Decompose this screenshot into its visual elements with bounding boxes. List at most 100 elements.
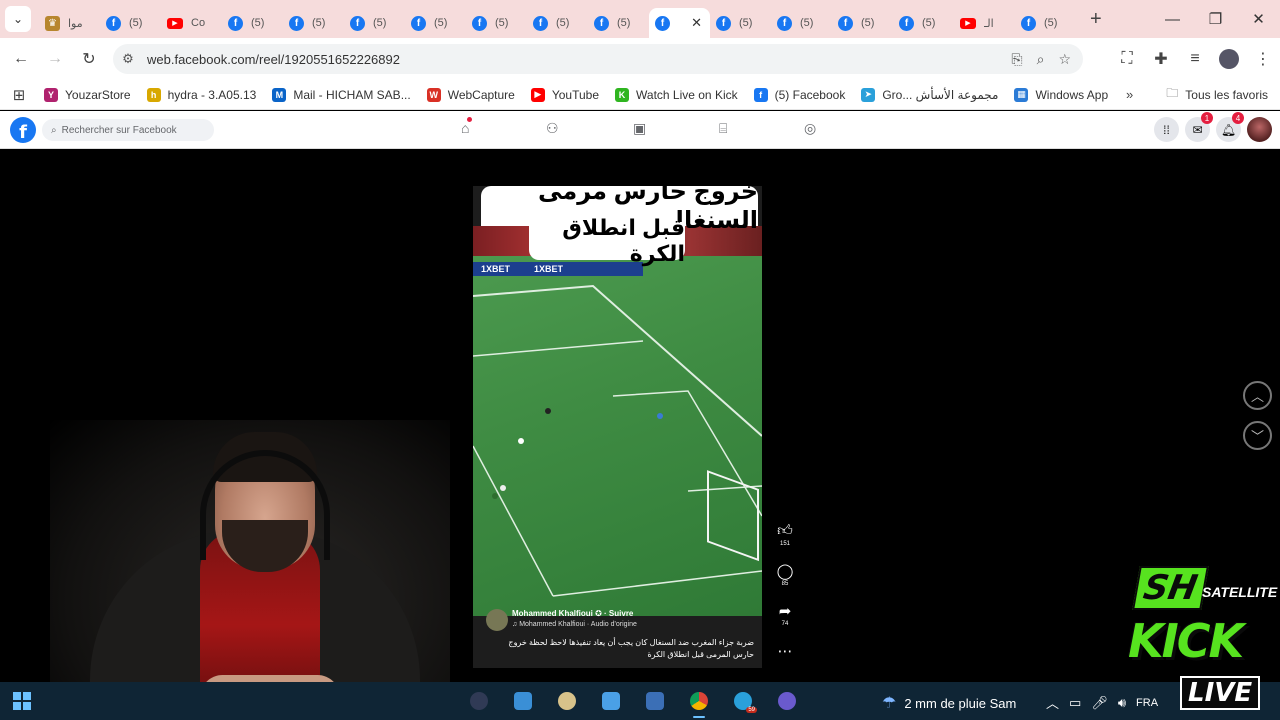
previous-reel-button[interactable]: ︿ <box>1243 381 1272 410</box>
tab-label: (5) <box>373 17 387 29</box>
tab-label: (5) <box>129 17 143 29</box>
browser-tab[interactable]: f (5) <box>466 8 527 38</box>
reel-description: ضربة جزاء المغرب ضد السنغال كان يجب أن ي… <box>508 638 754 659</box>
video-nav-icon[interactable]: ▣ <box>633 120 646 137</box>
author-avatar[interactable] <box>486 609 508 631</box>
browser-tab[interactable]: ▶ Co <box>161 8 222 38</box>
audio-label[interactable]: ♫ Mohammed Khalfioui · Audio d'origine <box>512 621 637 628</box>
bookmark-item[interactable]: K Watch Live on Kick <box>615 87 738 102</box>
author-name[interactable]: Mohammed Khalfioui ✪ · Suivre <box>512 609 633 618</box>
bookmark-item[interactable]: h hydra - 3.A05.13 <box>146 87 256 102</box>
bookmark-item[interactable]: ▦ Windows App <box>1014 87 1108 102</box>
home-nav-icon[interactable]: ⌂ <box>461 117 474 136</box>
more-options-button[interactable]: ⋯ <box>772 642 798 682</box>
browser-tab[interactable]: f (5) <box>222 8 283 38</box>
screenshot-extension-icon[interactable]: ⛶ <box>1110 42 1144 76</box>
facebook-icon: f <box>1021 15 1036 31</box>
microphone-icon[interactable]: 🎤︎ <box>1091 695 1108 711</box>
start-button[interactable] <box>13 692 31 710</box>
menu-grid-button[interactable]: ⁞⁞ <box>1154 117 1179 142</box>
facebook-logo[interactable]: f <box>10 117 36 143</box>
bookmark-label: (5) Facebook <box>774 87 846 102</box>
like-count: 151 <box>779 541 790 547</box>
bookmark-item[interactable]: M Mail - HICHAM SAB... <box>272 87 411 102</box>
browser-tab[interactable]: f (5) <box>100 8 161 38</box>
bookmark-item[interactable]: ➤ Gro... مجموعة الأسأش <box>861 87 998 102</box>
taskbar-app-paint[interactable] <box>551 688 583 714</box>
bell-icon: 🔔︎ <box>1220 122 1237 137</box>
next-reel-button[interactable]: ﹀ <box>1243 421 1272 450</box>
browser-tab[interactable]: f (5) <box>344 8 405 38</box>
tab-label: (5) <box>556 17 570 29</box>
browser-tab[interactable]: ♛ موا <box>39 8 100 38</box>
grid-icon: ⁞⁞ <box>1163 122 1170 137</box>
forward-button[interactable]: → <box>38 42 72 76</box>
browser-tab[interactable]: f (5) <box>1015 8 1076 38</box>
more-bookmarks-icon[interactable]: » <box>1126 87 1133 102</box>
profile-button[interactable] <box>1212 42 1246 76</box>
friends-nav-icon[interactable]: ⚇ <box>546 120 559 137</box>
taskbar-app-calculator[interactable] <box>595 688 627 714</box>
browser-tab[interactable]: f (5) <box>832 8 893 38</box>
bookmark-item[interactable]: ▶ YouTube <box>530 87 599 102</box>
media-controls-icon[interactable]: ≡ <box>1178 42 1212 76</box>
all-bookmarks[interactable]: 🗀 Tous les favoris <box>1166 84 1268 105</box>
browser-tab[interactable]: f (5) <box>405 8 466 38</box>
taskbar-app-misc[interactable] <box>771 688 803 714</box>
new-tab-button[interactable]: + <box>1090 8 1102 31</box>
restore-icon[interactable]: ❐ <box>1194 0 1237 38</box>
share-button[interactable]: ➦ 74 <box>772 602 798 642</box>
browser-tab[interactable]: f ✕ <box>649 8 710 38</box>
tray-expand-icon[interactable]: ︿ <box>1046 693 1059 712</box>
facebook-icon: f <box>350 15 365 31</box>
taskbar-app-network[interactable] <box>639 688 671 714</box>
site-info-icon[interactable]: ⚙ <box>113 51 143 67</box>
browser-tab[interactable]: ▶ الـ <box>954 8 1015 38</box>
address-bar[interactable]: ⚙ web.facebook.com/reel/1920551652226892… <box>113 44 1083 74</box>
bookmark-item[interactable]: f (5) Facebook <box>753 87 846 102</box>
extensions-icon[interactable]: ✚ <box>1144 42 1178 76</box>
notifications-button[interactable]: 🔔︎ 4 <box>1216 112 1244 142</box>
like-button[interactable]: 👍︎ 151 <box>772 522 798 562</box>
browser-tab[interactable]: f (5) <box>893 8 954 38</box>
close-tab-icon[interactable]: ✕ <box>691 15 702 31</box>
bookmark-item[interactable]: Y YouzarStore <box>44 87 131 102</box>
taskbar-app-obs[interactable] <box>463 688 495 714</box>
zoom-icon[interactable]: ⌕ <box>1037 51 1045 68</box>
browser-tab[interactable]: f (5) <box>588 8 649 38</box>
facebook-icon: f <box>472 15 487 31</box>
notifications-badge: 4 <box>1232 112 1244 124</box>
weather-widget[interactable]: ☂ 2 mm de pluie Sam <box>882 693 1016 713</box>
url-text[interactable]: web.facebook.com/reel/1920551652226892 <box>147 52 400 67</box>
network-tray-icon[interactable]: ▭ <box>1069 695 1081 711</box>
account-avatar[interactable] <box>1247 117 1272 142</box>
taskbar-app-explorer[interactable] <box>507 688 539 714</box>
comment-button[interactable]: ◯ 85 <box>772 562 798 602</box>
webcam-overlay <box>50 420 450 720</box>
facebook-search[interactable]: ⌕ Rechercher sur Facebook <box>42 119 214 141</box>
bookmark-item[interactable]: W WebCapture <box>426 87 515 102</box>
profile-avatar <box>1219 49 1239 69</box>
reload-button[interactable]: ↻ <box>72 42 106 76</box>
bookmark-icon: K <box>615 87 630 102</box>
facebook-icon: f <box>289 15 304 31</box>
marketplace-nav-icon[interactable]: ⌸ <box>719 120 727 137</box>
browser-tab[interactable]: f (5) <box>771 8 832 38</box>
bookmark-star-icon[interactable]: ☆ <box>1058 51 1071 68</box>
overlay-line-2: قبل انطلاق الكرة <box>529 215 685 266</box>
more-icon: ⋯ <box>777 643 793 660</box>
messenger-button[interactable]: ✉ 1 <box>1185 112 1213 142</box>
browser-tab[interactable]: f (5) <box>710 8 771 38</box>
taskbar-app-telegram[interactable]: 59 <box>727 688 759 714</box>
menu-icon[interactable]: ⋮ <box>1246 42 1280 76</box>
gaming-nav-icon[interactable]: ◎ <box>804 120 816 137</box>
minimize-icon[interactable]: — <box>1151 0 1194 38</box>
browser-tab[interactable]: f (5) <box>527 8 588 38</box>
tab-search-button[interactable]: ⌄ <box>5 6 31 32</box>
back-button[interactable]: ← <box>4 42 38 76</box>
taskbar-app-chrome[interactable] <box>683 688 715 718</box>
install-app-icon[interactable]: ⎘ <box>1011 51 1022 68</box>
close-window-icon[interactable]: ✕ <box>1237 0 1280 38</box>
apps-grid-icon[interactable]: ⊞ <box>0 86 38 104</box>
browser-tab[interactable]: f (5) <box>283 8 344 38</box>
